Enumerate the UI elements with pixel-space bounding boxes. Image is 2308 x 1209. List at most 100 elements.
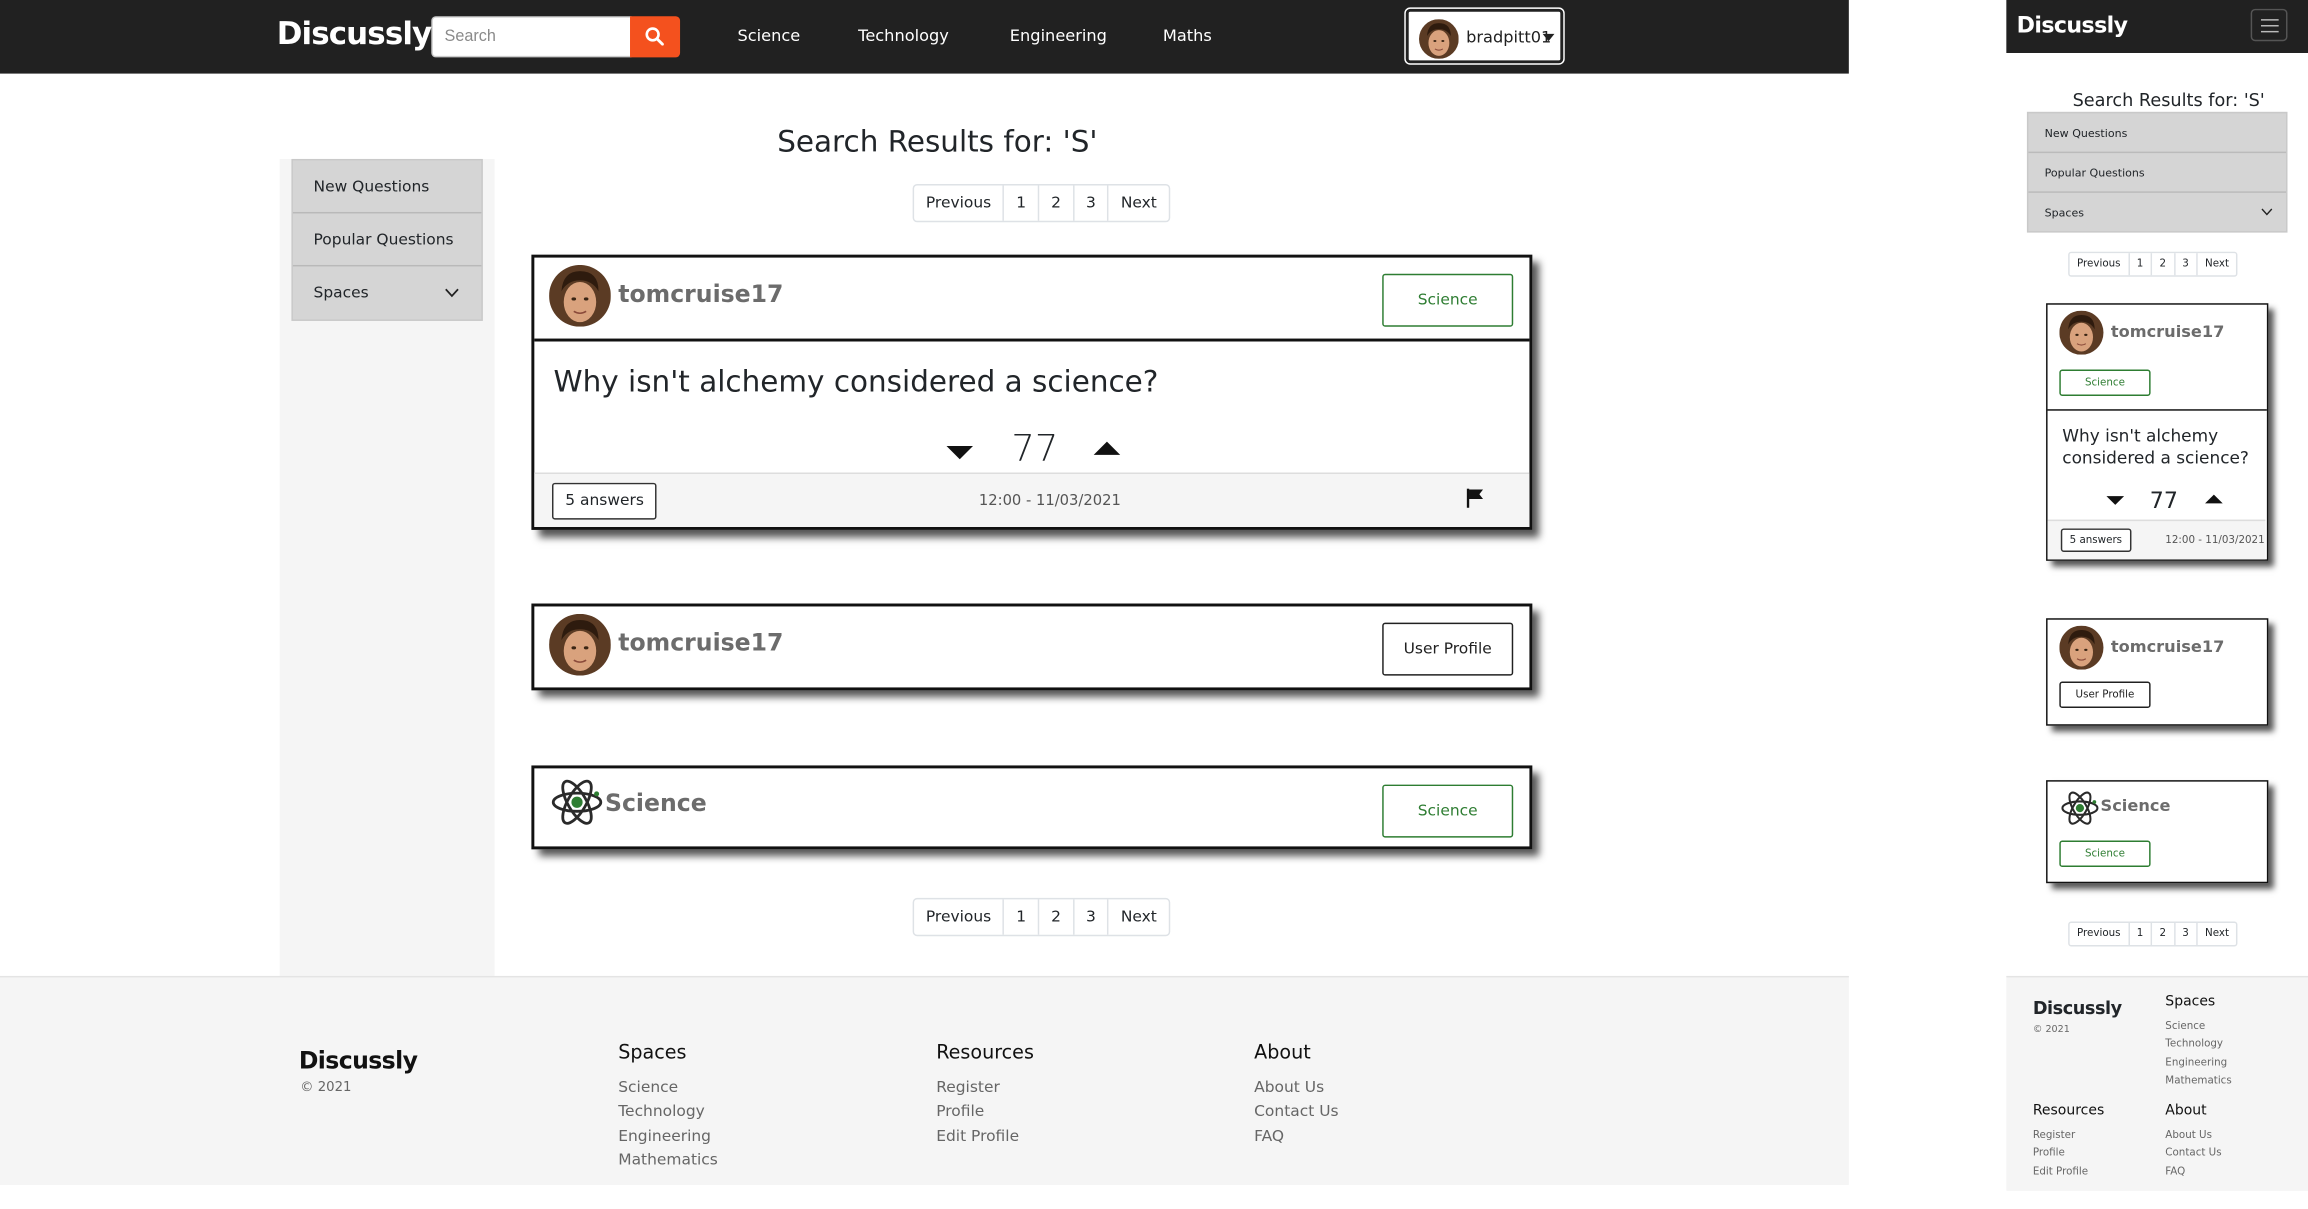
downvote-icon[interactable] [946, 446, 973, 460]
footer-link[interactable]: Register [2033, 1126, 2104, 1144]
hamburger-menu-icon[interactable] [2250, 8, 2288, 42]
footer-link[interactable]: Technology [618, 1100, 718, 1124]
nav-engineering[interactable]: Engineering [1010, 26, 1107, 45]
result-username[interactable]: tomcruise17 [2111, 637, 2225, 656]
footer-link[interactable]: About Us [1254, 1076, 1338, 1100]
card-header: tomcruise17 Science [2047, 305, 2267, 411]
pagination-prev[interactable]: Previous [2070, 253, 2128, 275]
space-tag-button[interactable]: Science [2059, 840, 2151, 868]
footer-link[interactable]: Contact Us [2165, 1144, 2221, 1162]
footer-spaces: Spaces Science Technology Engineering Ma… [2165, 994, 2231, 1090]
mobile-view: Discussly Search Results for: 'S' New Qu… [2006, 0, 2308, 1199]
footer-link[interactable]: Science [618, 1076, 718, 1100]
vote-control: 77 [946, 427, 1123, 471]
sidebar: New Questions Popular Questions Spaces [2026, 111, 2288, 233]
footer-link[interactable]: Technology [2165, 1035, 2231, 1053]
footer-link[interactable]: Engineering [2165, 1053, 2231, 1071]
pagination-next[interactable]: Next [1107, 899, 1169, 935]
pagination-page[interactable]: 3 [2173, 922, 2196, 946]
pagination-page[interactable]: 2 [2150, 922, 2174, 946]
sidebar-item-spaces[interactable]: Spaces [2028, 193, 2286, 233]
pagination-page[interactable]: 1 [2127, 922, 2151, 946]
sidebar-item-popular-questions[interactable]: Popular Questions [2028, 153, 2287, 193]
question-author[interactable]: tomcruise17 [2111, 322, 2225, 341]
pagination-next[interactable]: Next [2196, 253, 2236, 276]
space-name[interactable]: Science [2101, 796, 2171, 815]
card-header: tomcruise17 User Profile [2048, 620, 2267, 726]
pagination-page[interactable]: 1 [1002, 899, 1038, 935]
footer-link[interactable]: Edit Profile [936, 1124, 1034, 1148]
space-tag-button[interactable]: Science [1382, 784, 1514, 838]
nav-maths[interactable]: Maths [1163, 26, 1212, 45]
footer-link[interactable]: FAQ [1254, 1124, 1338, 1148]
footer-link[interactable]: Register [936, 1076, 1034, 1100]
upvote-icon[interactable] [2205, 494, 2223, 504]
sidebar-item-spaces[interactable]: Spaces [293, 266, 481, 319]
pagination-page[interactable]: 1 [1002, 185, 1038, 221]
page-title: Search Results for: 'S' [777, 123, 1098, 159]
question-title[interactable]: Why isn't alchemy considered a science? [2062, 425, 2261, 468]
footer-link[interactable]: FAQ [2165, 1162, 2221, 1180]
footer-link[interactable]: Edit Profile [2033, 1162, 2104, 1180]
search-button[interactable] [630, 16, 681, 58]
caret-down-icon [1542, 33, 1555, 42]
nav-science[interactable]: Science [737, 26, 800, 45]
footer-link[interactable]: Science [2165, 1017, 2231, 1035]
copyright: © 2021 [300, 1080, 352, 1096]
footer-resources: Resources Register Profile Edit Profile [2033, 1103, 2104, 1181]
pagination-page[interactable]: 3 [2173, 253, 2196, 276]
logo[interactable]: Discussly [277, 16, 432, 51]
footer-link[interactable]: About Us [2165, 1126, 2221, 1144]
pagination-page[interactable]: 2 [2150, 253, 2174, 276]
footer-heading: About [2165, 1102, 2207, 1119]
nav-technology[interactable]: Technology [858, 26, 949, 45]
flag-icon[interactable] [1465, 487, 1486, 508]
sidebar-item-new-questions[interactable]: New Questions [2028, 113, 2287, 154]
logo[interactable]: Discussly [2017, 12, 2128, 38]
answers-button[interactable]: 5 answers [552, 482, 658, 520]
footer-link[interactable]: Mathematics [2165, 1071, 2231, 1089]
space-tag-button[interactable]: Science [1382, 273, 1514, 327]
user-profile-button[interactable]: User Profile [2059, 681, 2151, 709]
footer-logo[interactable]: Discussly [2033, 998, 2122, 1019]
user-profile-button[interactable]: User Profile [1382, 622, 1514, 676]
sidebar-item-popular-questions[interactable]: Popular Questions [292, 213, 482, 267]
question-title[interactable]: Why isn't alchemy considered a science? [553, 364, 1158, 399]
pagination-page[interactable]: 2 [1037, 185, 1073, 221]
timestamp: 12:00 - 11/03/2021 [2165, 534, 2265, 547]
pagination-page[interactable]: 1 [2127, 253, 2151, 276]
vote-control: 77 [2106, 487, 2224, 514]
result-username[interactable]: tomcruise17 [618, 629, 783, 657]
pagination-page[interactable]: 2 [1037, 899, 1073, 935]
pagination-top: Previous 1 2 3 Next [2068, 251, 2238, 277]
pagination-page[interactable]: 3 [1072, 899, 1108, 935]
space-tag-button[interactable]: Science [2059, 369, 2151, 396]
pagination-prev[interactable]: Previous [914, 899, 1003, 934]
desktop-view: Discussly Science Technology Engineering… [0, 0, 1849, 1185]
footer-link[interactable]: Mathematics [618, 1148, 718, 1172]
user-result-card: tomcruise17 User Profile [531, 603, 1533, 691]
pagination-next[interactable]: Next [2196, 922, 2236, 946]
downvote-icon[interactable] [2106, 496, 2125, 505]
upvote-icon[interactable] [1093, 441, 1121, 455]
mobile-navbar: Discussly [2006, 0, 2308, 53]
pagination-prev[interactable]: Previous [914, 185, 1003, 220]
footer-link[interactable]: Engineering [618, 1124, 718, 1148]
question-author[interactable]: tomcruise17 [618, 280, 783, 308]
pagination-page[interactable]: 3 [1072, 185, 1108, 221]
sidebar-item-new-questions[interactable]: New Questions [292, 160, 482, 214]
space-result-card: Science Science [531, 765, 1533, 850]
pagination-next[interactable]: Next [1107, 185, 1169, 221]
pagination-prev[interactable]: Previous [2070, 923, 2128, 945]
footer-link[interactable]: Profile [936, 1100, 1034, 1124]
page-title: Search Results for: 'S' [2072, 89, 2265, 111]
answers-button[interactable]: 5 answers [2060, 528, 2131, 552]
space-name[interactable]: Science [605, 789, 707, 817]
user-menu-button[interactable]: bradpitt01 [1405, 8, 1564, 64]
footer-link[interactable]: Profile [2033, 1144, 2104, 1162]
footer-link[interactable]: Contact Us [1254, 1100, 1338, 1124]
search-input[interactable] [431, 16, 632, 58]
sidebar: New Questions Popular Questions Spaces [291, 158, 483, 321]
footer-logo[interactable]: Discussly [299, 1047, 418, 1075]
question-card: tomcruise17 Science Why isn't alchemy co… [531, 254, 1533, 530]
